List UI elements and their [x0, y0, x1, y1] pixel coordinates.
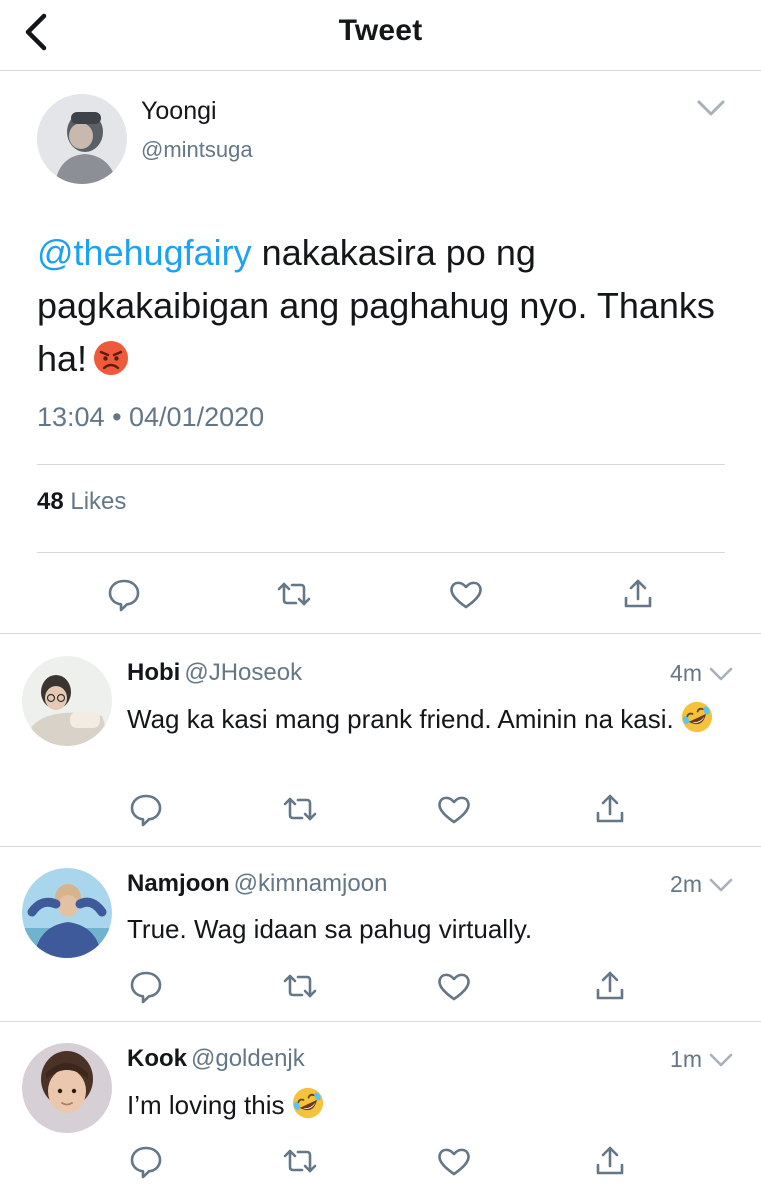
heart-icon [438, 796, 470, 824]
avatar[interactable] [37, 94, 127, 184]
like-button[interactable] [434, 966, 474, 1006]
share-icon [596, 794, 624, 823]
tweet-timestamp: 13:04 • 04/01/2020 [37, 402, 265, 432]
heart-icon [438, 1148, 470, 1176]
angry-face-emoji-icon [94, 341, 129, 375]
author-handle[interactable]: @mintsuga [141, 137, 253, 163]
like-button[interactable] [434, 1141, 474, 1181]
retweet-icon [277, 582, 311, 606]
mention-link[interactable]: @thehugfairy [37, 232, 252, 273]
reply-icon [130, 971, 162, 1004]
reply-button[interactable] [126, 966, 166, 1006]
section-separator [0, 846, 761, 847]
reply-time: 4m [670, 660, 702, 686]
chevron-down-icon [709, 667, 733, 681]
retweet-icon [283, 974, 317, 998]
more-options-button[interactable] [694, 94, 728, 122]
retweet-button[interactable] [280, 1141, 320, 1181]
reply-more-button[interactable] [707, 874, 735, 896]
share-icon [624, 579, 652, 608]
reply-more-button[interactable] [707, 663, 735, 685]
reply-handle[interactable]: @kimnamjoon [234, 870, 388, 897]
reply-actions [0, 966, 761, 1006]
section-separator [0, 1021, 761, 1022]
chevron-down-icon [709, 878, 733, 892]
reply-time: 1m [670, 1046, 702, 1072]
like-button[interactable] [434, 789, 474, 829]
share-button[interactable] [590, 789, 630, 829]
reply-text: True. Wag idaan sa pahug virtually. [127, 914, 533, 944]
reply-handle[interactable]: @goldenjk [191, 1045, 305, 1072]
reply-text: Wag ka kasi mang prank friend. Aminin na… [127, 700, 717, 738]
retweet-button[interactable] [280, 966, 320, 1006]
share-icon [596, 971, 624, 1000]
chevron-down-icon [697, 100, 725, 116]
reply-icon [108, 579, 140, 612]
retweet-button[interactable] [280, 789, 320, 829]
share-button[interactable] [618, 574, 658, 614]
rolling-laughing-emoji-icon [292, 1087, 323, 1119]
heart-icon [450, 581, 482, 609]
share-icon [596, 1146, 624, 1175]
retweet-button[interactable] [274, 574, 314, 614]
reply-icon [130, 1146, 162, 1179]
reply-author[interactable]: Namjoon @kimnamjoon [127, 870, 387, 898]
reply-more-button[interactable] [707, 1049, 735, 1071]
avatar[interactable] [22, 656, 112, 746]
reply-author[interactable]: Hobi @JHoseok [127, 659, 302, 687]
avatar[interactable] [22, 1043, 112, 1133]
reply-handle[interactable]: @JHoseok [184, 659, 302, 686]
share-button[interactable] [590, 1141, 630, 1181]
reply-button[interactable] [126, 1141, 166, 1181]
reply-button[interactable] [126, 789, 166, 829]
divider [37, 552, 725, 553]
reply-text: I’m loving this [127, 1086, 717, 1124]
reply-icon [130, 794, 162, 827]
author-name[interactable]: Yoongi [141, 97, 217, 126]
section-separator [0, 633, 761, 634]
likes-count[interactable]: 48 Likes [37, 488, 126, 516]
retweet-icon [283, 1149, 317, 1173]
reply-actions [0, 789, 761, 829]
share-button[interactable] [590, 966, 630, 1006]
reply-time: 2m [670, 871, 702, 897]
reply-button[interactable] [104, 574, 144, 614]
reply-author[interactable]: Kook @goldenjk [127, 1045, 305, 1073]
avatar[interactable] [22, 868, 112, 958]
chevron-down-icon [709, 1053, 733, 1067]
divider [37, 464, 725, 465]
heart-icon [438, 973, 470, 1001]
top-bar: Tweet [0, 0, 761, 71]
retweet-icon [283, 797, 317, 821]
tweet-actions [0, 574, 761, 614]
tweet-body: @thehugfairy nakakasira po ng pagkakaibi… [37, 226, 727, 385]
page-title: Tweet [338, 14, 423, 47]
rolling-laughing-emoji-icon [681, 701, 712, 733]
reply-actions [0, 1141, 761, 1181]
like-button[interactable] [446, 574, 486, 614]
